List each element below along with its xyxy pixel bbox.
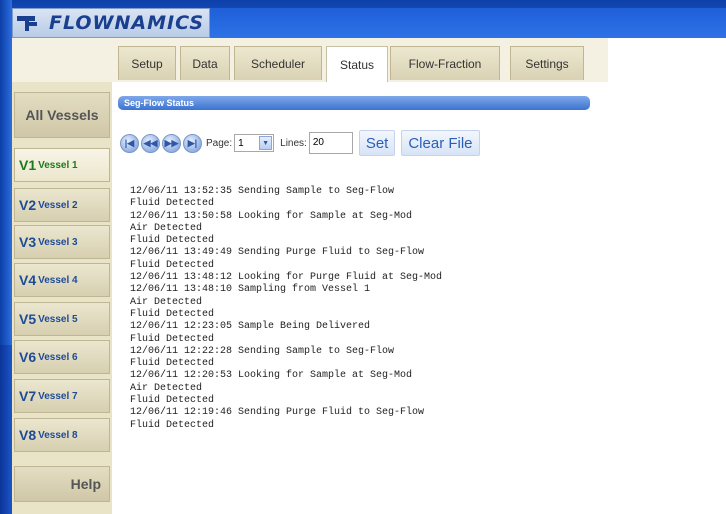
brand-name: FLOWNAMICS xyxy=(49,12,205,34)
tab-flow-fraction[interactable]: Flow-Fraction xyxy=(390,46,500,80)
sidebar-item-vessel-7[interactable]: V7 Vessel 7 xyxy=(14,379,110,413)
log-line: 12/06/11 12:19:46 Sending Purge Fluid to… xyxy=(130,407,425,419)
tab-setup[interactable]: Setup xyxy=(118,46,176,80)
vessel-label: Vessel 2 xyxy=(38,199,78,211)
log-line: 12/06/11 12:20:53 Looking for Sample at … xyxy=(130,370,413,382)
log-line: Fluid Detected xyxy=(130,308,215,320)
tab-data[interactable]: Data xyxy=(180,46,230,80)
sidebar-item-vessel-8[interactable]: V8 Vessel 8 xyxy=(14,418,110,452)
sidebar-item-vessel-3[interactable]: V3 Vessel 3 xyxy=(14,225,110,259)
sidebar-item-vessel-1[interactable]: V1 Vessel 1 xyxy=(14,148,110,182)
logo: FLOWNAMICS xyxy=(12,8,210,38)
tab-bar: Setup Data Scheduler Status Flow-Fractio… xyxy=(12,38,608,82)
log-line: 12/06/11 13:49:49 Sending Purge Fluid to… xyxy=(130,247,425,259)
chevron-down-icon: ▼ xyxy=(259,136,273,150)
first-page-icon[interactable]: |◀ xyxy=(120,133,139,153)
log-line: 12/06/11 12:22:28 Sending Sample to Seg-… xyxy=(130,345,395,357)
tab-scheduler[interactable]: Scheduler xyxy=(234,46,322,80)
vessel-id: V4 xyxy=(19,272,37,288)
section-title: Seg-Flow Status xyxy=(118,96,590,110)
app-main: Setup Data Scheduler Status Flow-Fractio… xyxy=(12,38,714,514)
logo-icon xyxy=(17,15,45,31)
vessel-label: Vessel 4 xyxy=(38,274,78,286)
vessel-id: V7 xyxy=(19,388,37,404)
log-line: 12/06/11 13:48:10 Sampling from Vessel 1 xyxy=(130,284,371,296)
vessel-label: Vessel 1 xyxy=(38,159,78,171)
log-line: 12/06/11 13:52:35 Sending Sample to Seg-… xyxy=(130,186,395,197)
header-fill xyxy=(210,8,726,38)
vessel-id: V1 xyxy=(19,157,37,173)
tab-status[interactable]: Status xyxy=(326,46,388,82)
vessel-id: V8 xyxy=(19,427,37,443)
vessel-label: Vessel 7 xyxy=(38,390,78,402)
prev-page-icon[interactable]: ◀◀ xyxy=(141,133,160,153)
log-controls: |◀ ◀◀ ▶▶ ▶| Page: 1 ▼ Lines: 20 Set Clea… xyxy=(120,130,486,156)
log-line: Air Detected xyxy=(130,222,203,234)
vessel-id: V6 xyxy=(19,349,37,365)
vessel-label: Vessel 5 xyxy=(38,313,78,325)
log-line: 12/06/11 13:48:12 Looking for Purge Flui… xyxy=(130,272,443,284)
log-line: Fluid Detected xyxy=(130,198,215,210)
page-label: Page: xyxy=(206,137,233,149)
log-line: Fluid Detected xyxy=(130,358,215,370)
page-select[interactable]: 1 ▼ xyxy=(234,134,275,152)
next-page-icon[interactable]: ▶▶ xyxy=(162,133,181,153)
log-line: 12/06/11 13:50:58 Looking for Sample at … xyxy=(130,210,413,222)
status-log: 12/06/11 13:52:35 Sending Sample to Seg-… xyxy=(130,186,610,432)
log-line: Fluid Detected xyxy=(130,235,215,247)
vessel-label: Vessel 6 xyxy=(38,351,78,363)
log-line: Fluid Detected xyxy=(130,259,215,271)
sidebar: All Vessels V1 Vessel 1 V2 Vessel 2 V3 V… xyxy=(12,82,112,514)
sidebar-item-vessel-6[interactable]: V6 Vessel 6 xyxy=(14,340,110,374)
tab-settings[interactable]: Settings xyxy=(510,46,584,80)
lines-label: Lines: xyxy=(280,137,307,149)
all-vessels-button[interactable]: All Vessels xyxy=(14,92,110,138)
log-line: 12/06/11 12:23:05 Sample Being Delivered xyxy=(130,321,371,333)
last-page-icon[interactable]: ▶| xyxy=(183,133,202,153)
log-line: Air Detected xyxy=(130,382,203,394)
sidebar-item-vessel-2[interactable]: V2 Vessel 2 xyxy=(14,188,110,222)
vessel-label: Vessel 8 xyxy=(38,429,78,441)
log-line: Fluid Detected xyxy=(130,395,215,407)
vessel-id: V5 xyxy=(19,311,37,327)
help-button[interactable]: Help xyxy=(14,466,110,502)
set-button[interactable]: Set xyxy=(358,130,396,156)
lines-input[interactable]: 20 xyxy=(308,132,353,154)
vessel-id: V3 xyxy=(19,234,37,250)
vessel-id: V2 xyxy=(19,197,37,213)
sidebar-item-vessel-4[interactable]: V4 Vessel 4 xyxy=(14,263,110,297)
log-line: Fluid Detected xyxy=(130,419,215,431)
page-value: 1 xyxy=(238,137,244,149)
log-line: Fluid Detected xyxy=(130,333,215,345)
sidebar-item-vessel-5[interactable]: V5 Vessel 5 xyxy=(14,302,110,336)
vessel-label: Vessel 3 xyxy=(38,236,78,248)
clear-file-button[interactable]: Clear File xyxy=(401,130,480,156)
log-line: Air Detected xyxy=(130,296,203,308)
